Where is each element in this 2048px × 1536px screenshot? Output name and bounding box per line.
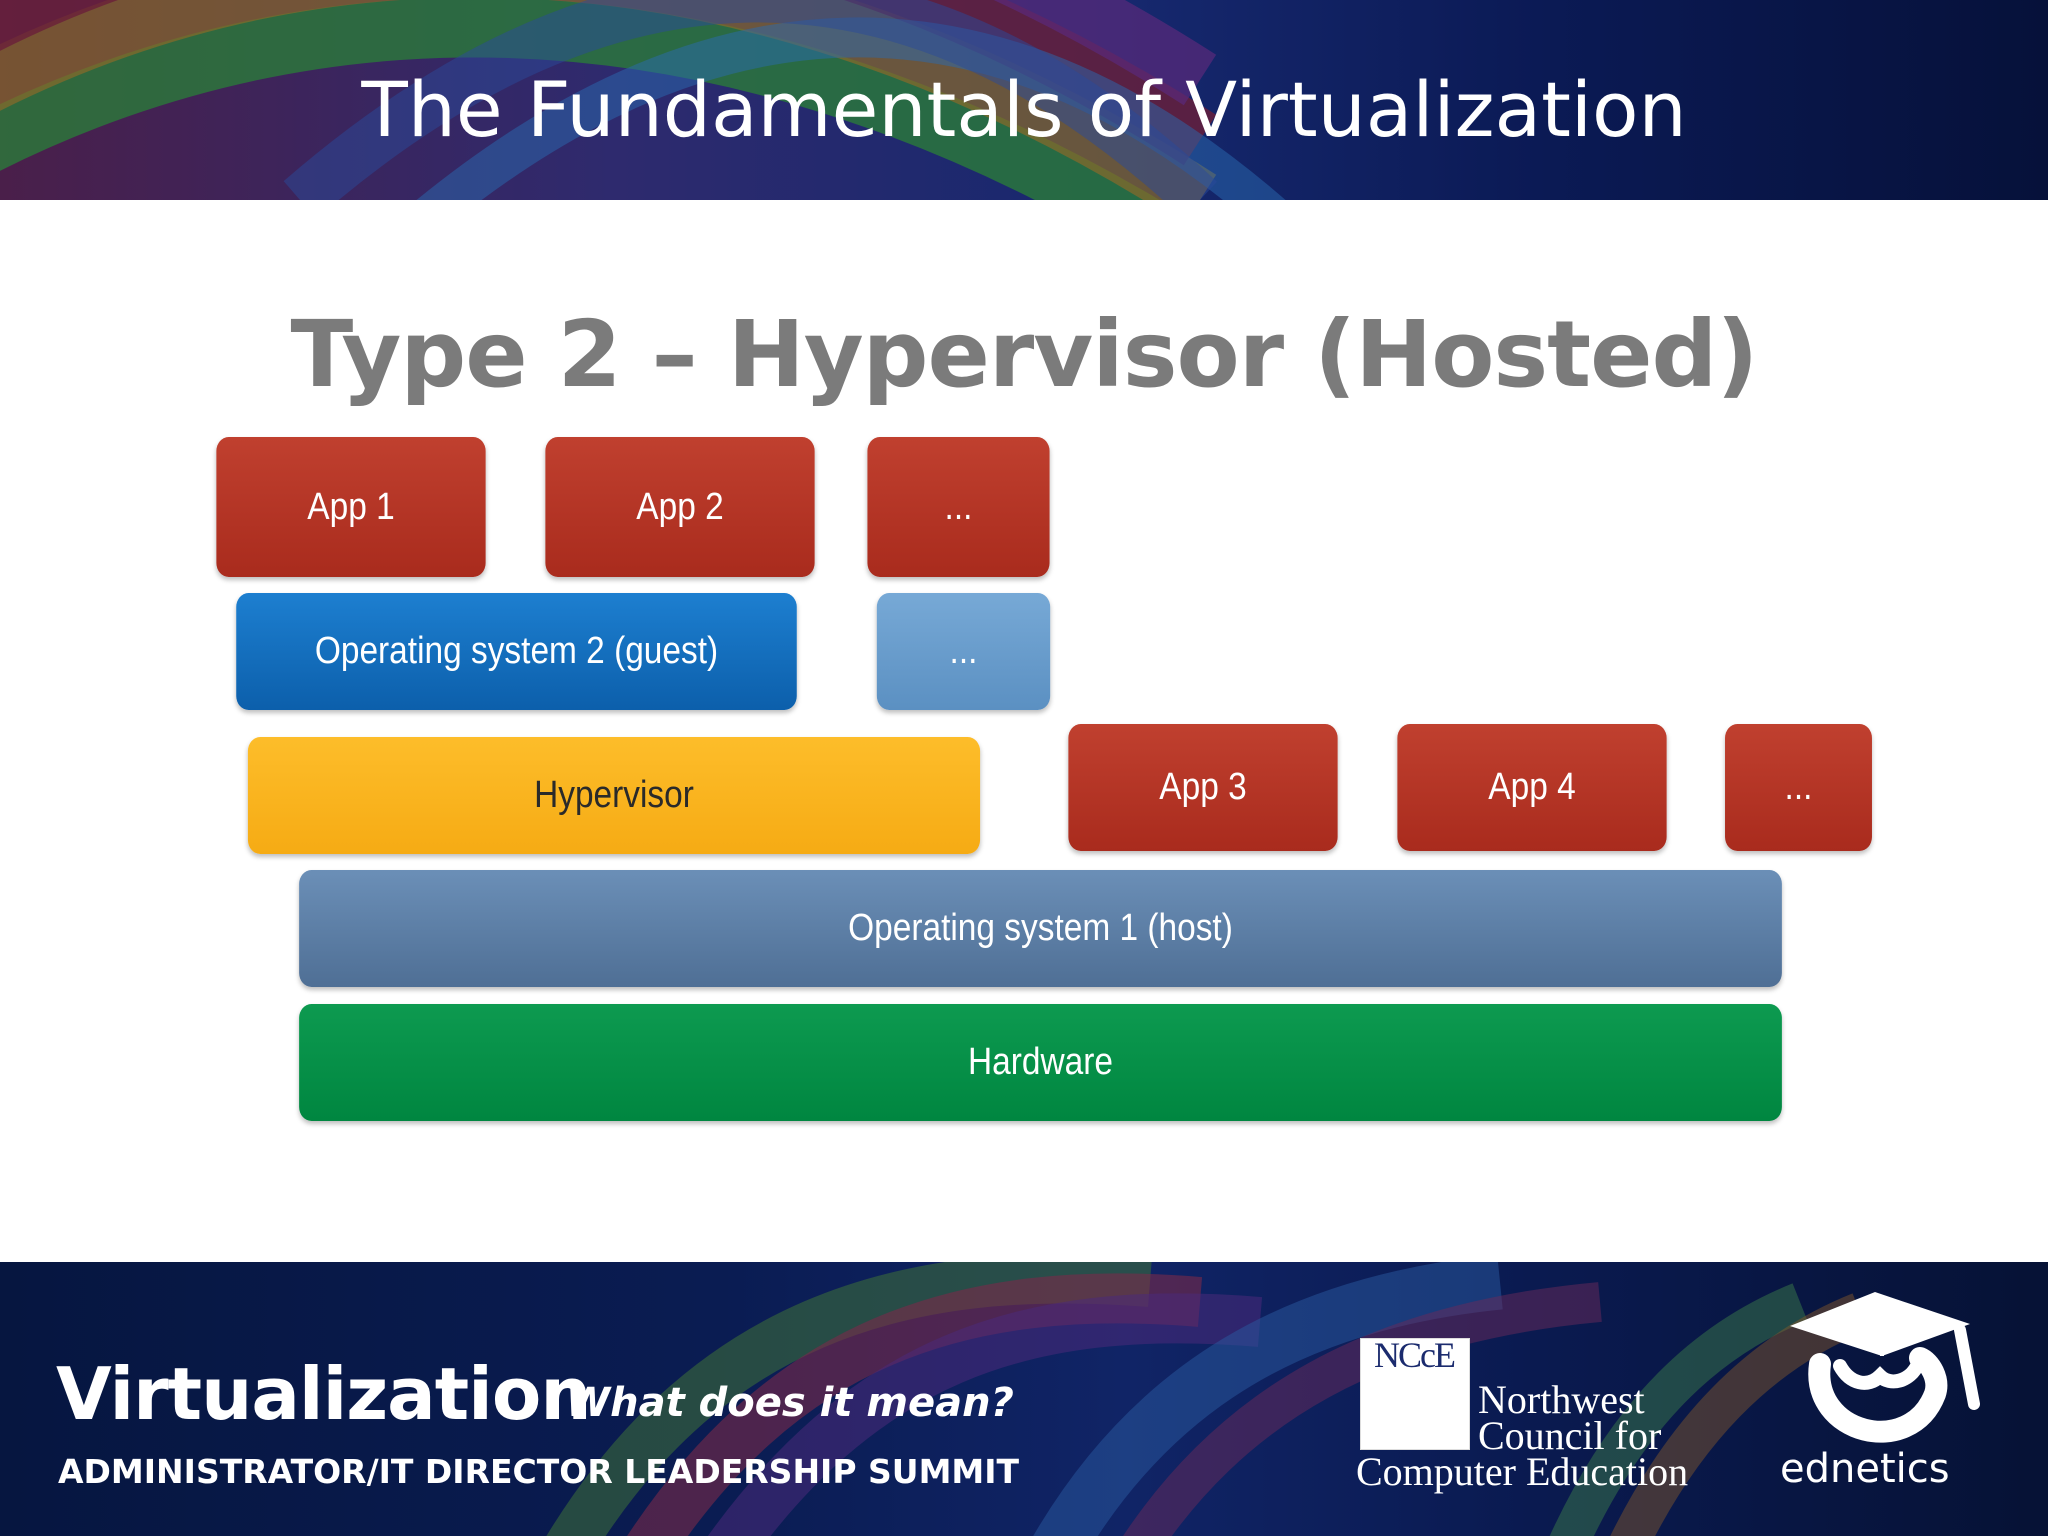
slide-title: Type 2 – Hypervisor (Hosted) bbox=[290, 301, 1759, 408]
app-host-more-block: ... bbox=[1725, 724, 1872, 851]
app-1-block: App 1 bbox=[216, 437, 486, 577]
host-os-label: Operating system 1 (host) bbox=[848, 907, 1233, 949]
ednetics-mortarboard-icon bbox=[1790, 1292, 1980, 1443]
guest-os-block: Operating system 2 (guest) bbox=[236, 593, 797, 710]
event-subtitle: ADMINISTRATOR/IT DIRECTOR LEADERSHIP SUM… bbox=[58, 1452, 1020, 1491]
app-guest-more-block: ... bbox=[867, 437, 1050, 577]
app-4-block: App 4 bbox=[1397, 724, 1667, 851]
app-guest-more-label: ... bbox=[944, 485, 973, 528]
app-host-more-label: ... bbox=[1784, 766, 1813, 808]
guest-os-more-label: ... bbox=[949, 630, 978, 672]
host-os-block: Operating system 1 (host) bbox=[299, 870, 1782, 987]
guest-os-label: Operating system 2 (guest) bbox=[314, 630, 719, 672]
hypervisor-label: Hypervisor bbox=[534, 774, 694, 816]
app-3-block: App 3 bbox=[1068, 724, 1338, 851]
hardware-label: Hardware bbox=[968, 1041, 1113, 1083]
app-1-label: App 1 bbox=[307, 485, 395, 528]
header-title: The Fundamentals of Virtualization bbox=[361, 65, 1687, 154]
hardware-block: Hardware bbox=[299, 1004, 1782, 1121]
event-tagline: What does it mean? bbox=[566, 1380, 1014, 1426]
app-2-label: App 2 bbox=[636, 485, 724, 528]
guest-os-more-block: ... bbox=[876, 593, 1051, 710]
ncce-name-line-3: Computer Education bbox=[1356, 1449, 1689, 1494]
app-2-block: App 2 bbox=[545, 437, 815, 577]
app-3-label: App 3 bbox=[1159, 766, 1247, 808]
event-title: Virtualization bbox=[56, 1352, 592, 1436]
app-4-label: App 4 bbox=[1488, 766, 1576, 808]
footer-banner: Virtualization What does it mean? ADMINI… bbox=[0, 1262, 2048, 1536]
ncce-logo-mark: NCcE bbox=[1374, 1335, 1456, 1375]
header-banner: The Fundamentals of Virtualization bbox=[0, 0, 2048, 200]
ednetics-wordmark: ednetics bbox=[1780, 1446, 1950, 1492]
hypervisor-block: Hypervisor bbox=[247, 737, 981, 854]
